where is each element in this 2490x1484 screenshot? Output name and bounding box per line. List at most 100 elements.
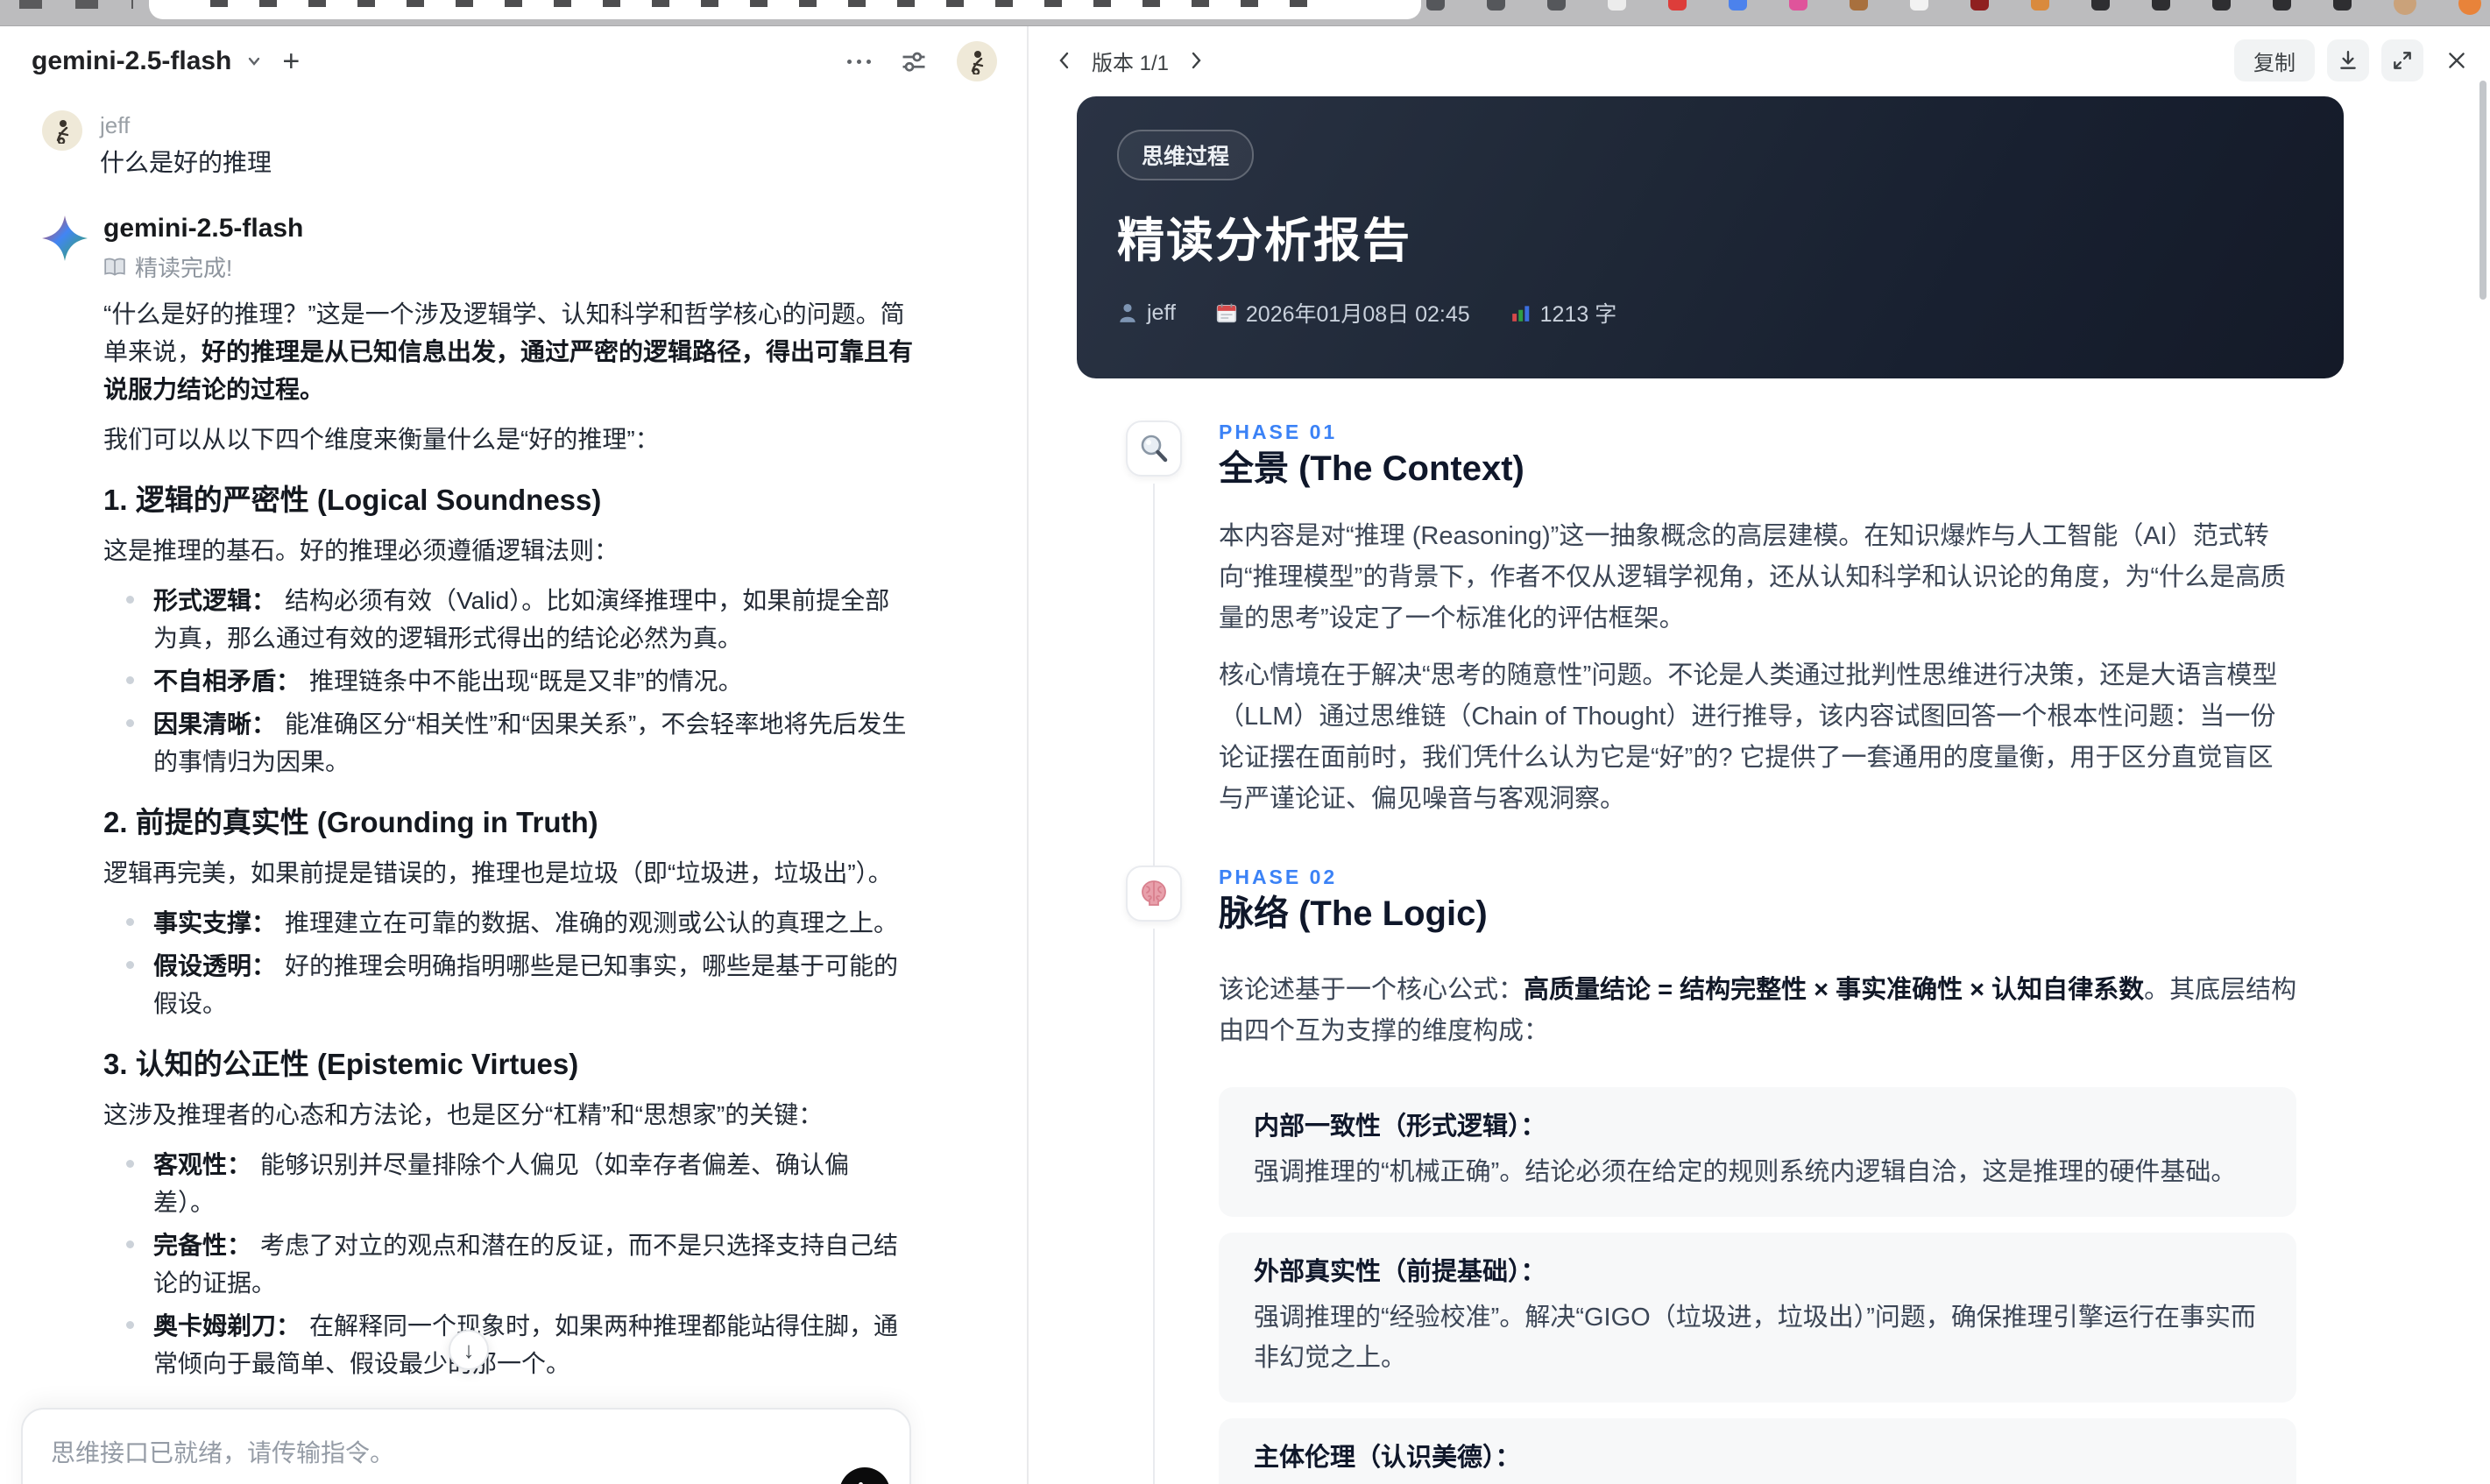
list-item: 完备性： 考虑了对立的观点和潜在的反证，而不是只选择支持自己结论的证据。 xyxy=(103,1226,927,1302)
phase-logic: PHASE 02 脉络 (The Logic) 该论述基于一个核心公式：高质量结… xyxy=(1126,866,2490,1484)
artifact-panel: 版本 1/1 复制 思维过程 精读分析报告 jeff 2026年01月08日 0… xyxy=(1030,26,2490,1484)
phase-paragraph: 核心情境在于解决“思考的随意性”问题。不论是人类通过批判性思维进行决策，还是大语… xyxy=(1219,661,2278,813)
account-avatar[interactable] xyxy=(957,41,997,81)
user-message: jeff 什么是好的推理 xyxy=(42,110,1027,182)
section-intro: 这涉及推理者的心态和方法论，也是区分“杠精”和“思想家”的关键： xyxy=(103,1101,824,1128)
report-hero-card: 思维过程 精读分析报告 jeff 2026年01月08日 02:45 1213 … xyxy=(1077,96,2344,378)
bullet-body: 推理建立在可靠的数据、准确的观测或公认的真理之上。 xyxy=(285,909,899,936)
bullet-dot xyxy=(126,1160,134,1168)
section-title: 2. 前提的真实性 (Grounding in Truth) xyxy=(103,806,598,838)
chevron-down-icon[interactable] xyxy=(245,53,263,70)
menubar-icon[interactable] xyxy=(2031,0,2049,11)
lead-paragraph: 我们可以从以下四个维度来衡量什么是“好的推理”： xyxy=(103,426,660,453)
list-item: 形式逻辑： 结构必须有效（Valid）。比如演绎推理中，如果前提全部为真，那么通过… xyxy=(103,582,927,657)
dimension-title: 内部一致性（形式逻辑）： xyxy=(1254,1113,1546,1141)
dimension-body: 强调推理的“经验校准”。解决“GIGO（垃圾进，垃圾出）”问题，确保推理引擎运行… xyxy=(1254,1304,2256,1372)
magnifier-icon xyxy=(1126,420,1182,477)
browser-address-bar[interactable] xyxy=(149,0,1421,19)
phase-paragraph: 本内容是对“推理 (Reasoning)”这一抽象概念的高层建模。在知识爆炸与人… xyxy=(1219,522,2286,632)
menubar-icon[interactable] xyxy=(1729,0,1747,11)
menubar-icon[interactable] xyxy=(1608,0,1626,11)
bullet-term: 完备性： xyxy=(153,1232,252,1259)
bullet-body: 推理链条中不能出现“既是又非”的情况。 xyxy=(309,668,743,695)
bullet-dot xyxy=(126,918,134,926)
menubar-icon[interactable] xyxy=(1547,0,1566,11)
list-item: 因果清晰： 能准确区分“相关性”和“因果关系”，不会轻率地将先后发生的事情归为因果… xyxy=(103,705,927,781)
assistant-status-text: 精读完成! xyxy=(135,255,233,281)
report-author: jeff xyxy=(1117,300,1176,326)
address-text-fragment xyxy=(210,0,1316,7)
menubar-icon[interactable] xyxy=(1668,0,1687,11)
bullet-dot xyxy=(126,676,134,684)
list-item: 客观性： 能够识别并尽量排除个人偏见（如幸存者偏差、确认偏差）。 xyxy=(103,1146,927,1221)
menubar-icon[interactable] xyxy=(2333,0,2352,11)
list-item: 假设透明： 好的推理会明确指明哪些是已知事实，哪些是基于可能的假设。 xyxy=(103,947,927,1022)
scroll-to-bottom-button[interactable]: ↓ xyxy=(449,1330,489,1370)
dimension-card: 内部一致性（形式逻辑）： 强调推理的“机械正确”。结论必须在给定的规则系统内逻辑… xyxy=(1219,1087,2296,1217)
close-button[interactable] xyxy=(2436,39,2478,81)
chat-scroll-area[interactable]: jeff 什么是好的推理 gemini-2.5-flash 精读完成! “什么是… xyxy=(0,96,1027,1484)
bullet-dot xyxy=(126,719,134,727)
menubar-icon[interactable] xyxy=(2091,0,2110,11)
more-options-button[interactable] xyxy=(847,59,871,64)
bullet-term: 客观性： xyxy=(153,1151,252,1178)
menubar-icon[interactable] xyxy=(1426,0,1445,11)
bullet-dot xyxy=(126,1240,134,1248)
app: gemini-2.5-flash + jeff 什么是好的推理 gemini-2… xyxy=(0,0,2490,1484)
section-intro: 逻辑再完美，如果前提是错误的，推理也是垃圾（即“垃圾进，垃圾出”）。 xyxy=(103,859,893,887)
scrollbar-thumb[interactable] xyxy=(2479,81,2486,300)
dimension-card: 主体伦理（认识美德）： 转向推理者的心理特征。引入奥卡姆剃刀和反向论证，旨在克服… xyxy=(1219,1418,2296,1484)
composer-placeholder: 思维接口已就绪，请传输指令。 xyxy=(51,1439,395,1466)
section-title: 3. 认知的公正性 (Epistemic Virtues) xyxy=(103,1048,579,1080)
menubar-icon[interactable] xyxy=(1487,0,1505,11)
list-item: 事实支撑： 推理建立在可靠的数据、准确的观测或公认的真理之上。 xyxy=(103,904,927,942)
version-next-button[interactable] xyxy=(1181,46,1211,75)
bullet-term: 形式逻辑： xyxy=(153,587,277,614)
report-word-count: 1213 字 xyxy=(1510,297,1616,329)
bullet-term: 因果清晰： xyxy=(153,710,277,738)
artifact-document[interactable]: 思维过程 精读分析报告 jeff 2026年01月08日 02:45 1213 … xyxy=(1030,96,2490,1484)
menubar-icon[interactable] xyxy=(2458,0,2481,15)
dimension-card: 外部真实性（前提基础）： 强调推理的“经验校准”。解决“GIGO（垃圾进，垃圾出… xyxy=(1219,1233,2296,1403)
voice-input-button[interactable] xyxy=(839,1467,890,1484)
close-icon xyxy=(2449,53,2465,68)
bullet-term: 事实支撑： xyxy=(153,909,277,936)
menubar-icon[interactable] xyxy=(1910,0,1928,11)
menubar-icon[interactable] xyxy=(2394,0,2416,15)
artifact-toolbar: 版本 1/1 复制 xyxy=(1030,26,2490,95)
model-selector[interactable]: gemini-2.5-flash xyxy=(32,46,231,76)
bar-chart-icon xyxy=(1511,306,1529,322)
user-message-text: 什么是好的推理 xyxy=(100,149,272,176)
phase-context: PHASE 01 全景 (The Context) 本内容是对“推理 (Reas… xyxy=(1126,420,2490,873)
book-icon xyxy=(104,258,125,276)
menubar-icon[interactable] xyxy=(1789,0,1807,11)
tune-settings-icon[interactable] xyxy=(901,48,927,74)
menubar-icon[interactable] xyxy=(2212,0,2231,11)
download-button[interactable] xyxy=(2327,39,2369,81)
intro-paragraph: “什么是好的推理？”这是一个涉及逻辑学、认知科学和哲学核心的问题。简单来说，好的… xyxy=(103,300,914,403)
menubar-icon[interactable] xyxy=(1970,0,1989,11)
report-meta: jeff 2026年01月08日 02:45 1213 字 xyxy=(1117,297,2303,329)
bullet-body: 能够识别并尽量排除个人偏见（如幸存者偏差、确认偏差）。 xyxy=(153,1151,850,1216)
download-icon xyxy=(2340,51,2356,69)
version-prev-button[interactable] xyxy=(1050,46,1079,75)
menubar-icon[interactable] xyxy=(2152,0,2170,11)
expand-button[interactable] xyxy=(2381,39,2423,81)
new-chat-button[interactable]: + xyxy=(282,46,300,76)
phase-title: 全景 (The Context) xyxy=(1219,449,1524,488)
calendar-icon xyxy=(1216,303,1237,323)
menubar-icon[interactable] xyxy=(1850,0,1868,11)
report-date: 2026年01月08日 02:45 xyxy=(1216,297,1470,329)
person-icon xyxy=(1120,303,1135,322)
assistant-message: gemini-2.5-flash 精读完成! “什么是好的推理？”这是一个涉及逻… xyxy=(42,212,1027,1484)
dimension-title: 外部真实性（前提基础）： xyxy=(1254,1258,1546,1286)
bullet-body: 考虑了对立的观点和潜在的反证，而不是只选择支持自己结论的证据。 xyxy=(153,1232,899,1297)
expand-icon xyxy=(2394,52,2411,69)
composer-input[interactable]: 思维接口已就绪，请传输指令。 + xyxy=(21,1408,911,1484)
copy-button[interactable]: 复制 xyxy=(2234,39,2315,81)
bullet-dot xyxy=(126,1321,134,1329)
assistant-status: 精读完成! xyxy=(103,251,927,283)
menubar-icon[interactable] xyxy=(2273,0,2291,11)
version-label: 版本 1/1 xyxy=(1092,51,1170,75)
bullet-term: 假设透明： xyxy=(153,952,277,979)
